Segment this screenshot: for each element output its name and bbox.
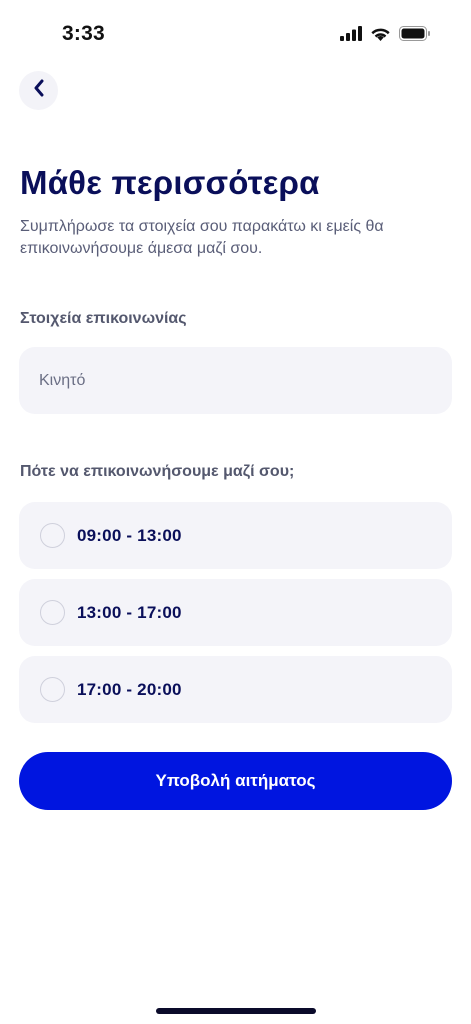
time-option-09-13[interactable]: 09:00 - 13:00 (19, 502, 452, 569)
page-subtitle: Συμπλήρωσε τα στοιχεία σου παρακάτω κι ε… (20, 218, 384, 257)
radio-button[interactable] (40, 677, 65, 702)
contact-section-label: Στοιχεία επικοινωνίας (20, 310, 187, 327)
time-option-17-20[interactable]: 17:00 - 20:00 (19, 656, 452, 723)
status-time: 3:33 (62, 22, 105, 45)
cellular-signal-icon (340, 26, 362, 41)
learn-more-screen: 3:33 Μάθε περισσότερα Συμπλήρωσε τα στοι… (0, 0, 471, 1024)
time-option-label: 13:00 - 17:00 (77, 602, 182, 622)
back-button[interactable] (19, 71, 58, 110)
time-option-label: 09:00 - 13:00 (77, 525, 182, 545)
phone-input[interactable] (19, 347, 452, 414)
submit-request-button[interactable]: Υποβολή αιτήματος (19, 752, 452, 810)
time-option-label: 17:00 - 20:00 (77, 679, 182, 699)
time-option-13-17[interactable]: 13:00 - 17:00 (19, 579, 452, 646)
page-title: Μάθε περισσότερα (20, 164, 320, 201)
radio-button[interactable] (40, 523, 65, 548)
time-section-label: Πότε να επικοινωνήσουμε μαζί σου; (20, 463, 295, 480)
status-bar: 3:33 (0, 0, 471, 70)
status-icons (340, 26, 431, 41)
battery-icon (399, 26, 431, 41)
wifi-icon (370, 26, 391, 41)
chevron-left-icon (32, 79, 46, 102)
radio-button[interactable] (40, 600, 65, 625)
home-indicator[interactable] (156, 1008, 316, 1014)
